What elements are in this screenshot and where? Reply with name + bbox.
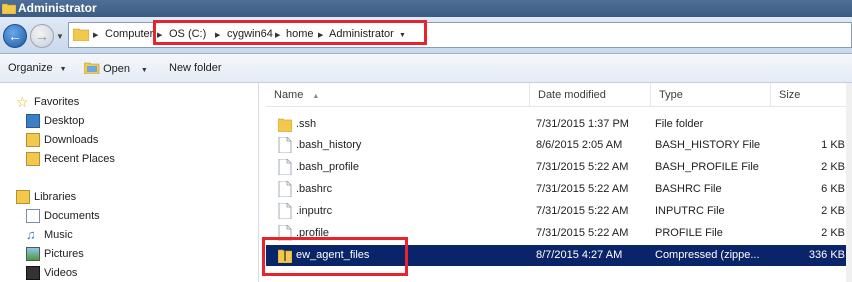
file-name: .bash_profile	[296, 161, 359, 173]
date-modified: 8/6/2015 2:05 AM	[536, 139, 623, 151]
recent-places-icon	[26, 152, 40, 166]
file-name: .bashrc	[296, 183, 333, 195]
address-annotation-box	[153, 20, 427, 45]
file-name: .inputrc	[296, 205, 333, 217]
nav-item-videos[interactable]: Videos	[26, 266, 77, 280]
window-title: Administrator	[18, 1, 97, 15]
table-row[interactable]: .ssh 7/31/2015 1:37 PM File folder	[266, 114, 852, 135]
column-header-size[interactable]: Size	[771, 83, 847, 107]
file-name: .bash_history	[296, 139, 362, 151]
file-icon	[278, 137, 292, 153]
nav-item-music[interactable]: ♫ Music	[26, 228, 73, 242]
star-icon: ☆	[16, 94, 29, 110]
selection-annotation-box	[262, 237, 408, 276]
column-name-label: Name	[274, 89, 304, 101]
nav-item-desktop[interactable]: Desktop	[26, 114, 84, 128]
chevron-down-icon: ▼	[55, 66, 67, 73]
file-icon	[278, 181, 292, 197]
file-type: PROFILE File	[655, 227, 723, 239]
command-bar: Organize ▼ Open ▼ New folder	[0, 54, 852, 83]
recent-pages-dropdown[interactable]: ▼	[56, 32, 64, 41]
organize-button[interactable]: Organize ▼	[8, 62, 67, 74]
file-size: 2 KB	[821, 161, 845, 173]
nav-item-label: Downloads	[44, 134, 99, 146]
file-icon	[278, 159, 292, 175]
file-type: Compressed (zippe...	[655, 249, 760, 261]
column-header-date[interactable]: Date modified	[530, 83, 651, 107]
navigation-pane: ☆ Favorites Desktop Downloads Recent Pla…	[0, 83, 259, 282]
nav-libraries-label: Libraries	[34, 191, 77, 203]
date-modified: 7/31/2015 5:22 AM	[536, 227, 629, 239]
nav-item-recent-places[interactable]: Recent Places	[26, 152, 115, 166]
file-type: BASH_PROFILE File	[655, 161, 759, 173]
nav-item-label: Desktop	[44, 115, 85, 127]
file-size: 336 KB	[808, 249, 845, 261]
open-button[interactable]: Open ▼	[83, 62, 148, 75]
music-icon: ♫	[26, 227, 36, 242]
nav-item-pictures[interactable]: Pictures	[26, 247, 84, 261]
file-size: 2 KB	[821, 205, 845, 217]
nav-item-label: Documents	[44, 210, 100, 222]
nav-libraries[interactable]: Libraries	[16, 190, 76, 204]
file-size: 6 KB	[821, 183, 845, 195]
vertical-scrollbar[interactable]	[846, 83, 852, 282]
libraries-icon	[16, 190, 30, 204]
date-modified: 7/31/2015 5:22 AM	[536, 183, 629, 195]
folder-icon	[2, 3, 16, 14]
desktop-icon	[26, 114, 40, 128]
nav-item-label: Recent Places	[44, 153, 115, 165]
table-row[interactable]: .bashrc 7/31/2015 5:22 AM BASHRC File 6 KB	[266, 179, 852, 200]
chevron-down-icon: ▼	[133, 67, 148, 74]
arrow-left-icon: ←	[8, 28, 22, 44]
folder-icon	[73, 28, 89, 41]
nav-item-label: Pictures	[44, 248, 84, 260]
documents-icon	[26, 209, 40, 223]
arrow-right-icon: →	[35, 28, 49, 44]
date-modified: 7/31/2015 5:22 AM	[536, 205, 629, 217]
date-modified: 7/31/2015 5:22 AM	[536, 161, 629, 173]
forward-button[interactable]: →	[30, 24, 54, 48]
nav-item-documents[interactable]: Documents	[26, 209, 100, 223]
new-folder-button[interactable]: New folder	[169, 62, 222, 74]
nav-item-label: Music	[44, 229, 73, 241]
file-type: INPUTRC File	[655, 205, 725, 217]
file-size: 2 KB	[821, 227, 845, 239]
organize-label: Organize	[8, 62, 53, 74]
table-row[interactable]: .bash_history 8/6/2015 2:05 AM BASH_HISTOR…	[266, 135, 852, 156]
title-bar: Administrator	[0, 0, 852, 17]
table-row[interactable]: .bash_profile 7/31/2015 5:22 AM BASH_PROFI…	[266, 157, 852, 178]
open-label: Open	[103, 63, 130, 75]
open-folder-icon	[83, 62, 100, 75]
file-size: 1 KB	[821, 139, 845, 151]
pictures-icon	[26, 247, 40, 261]
videos-icon	[26, 266, 40, 280]
date-modified: 7/31/2015 1:37 PM	[536, 118, 629, 130]
file-name: .ssh	[296, 118, 317, 130]
sort-ascending-icon: ▲	[312, 93, 320, 100]
nav-item-label: Videos	[44, 267, 78, 279]
chevron-right-icon[interactable]: ▶	[93, 28, 98, 40]
table-row[interactable]: .inputrc 7/31/2015 5:22 AM INPUTRC File 2 K…	[266, 201, 852, 222]
nav-item-downloads[interactable]: Downloads	[26, 133, 98, 147]
column-header-name[interactable]: Name ▲	[266, 83, 530, 107]
file-icon	[278, 203, 292, 219]
nav-favorites[interactable]: ☆ Favorites	[16, 95, 79, 109]
file-type: BASH_HISTORY File	[655, 139, 761, 151]
file-type: File folder	[655, 118, 704, 130]
breadcrumb-computer[interactable]: Computer	[105, 28, 153, 40]
column-header-type[interactable]: Type	[651, 83, 771, 107]
nav-favorites-label: Favorites	[34, 96, 80, 108]
folder-icon	[278, 118, 292, 132]
back-button[interactable]: ←	[3, 24, 27, 48]
file-type: BASHRC File	[655, 183, 722, 195]
date-modified: 8/7/2015 4:27 AM	[536, 249, 623, 261]
downloads-icon	[26, 133, 40, 147]
